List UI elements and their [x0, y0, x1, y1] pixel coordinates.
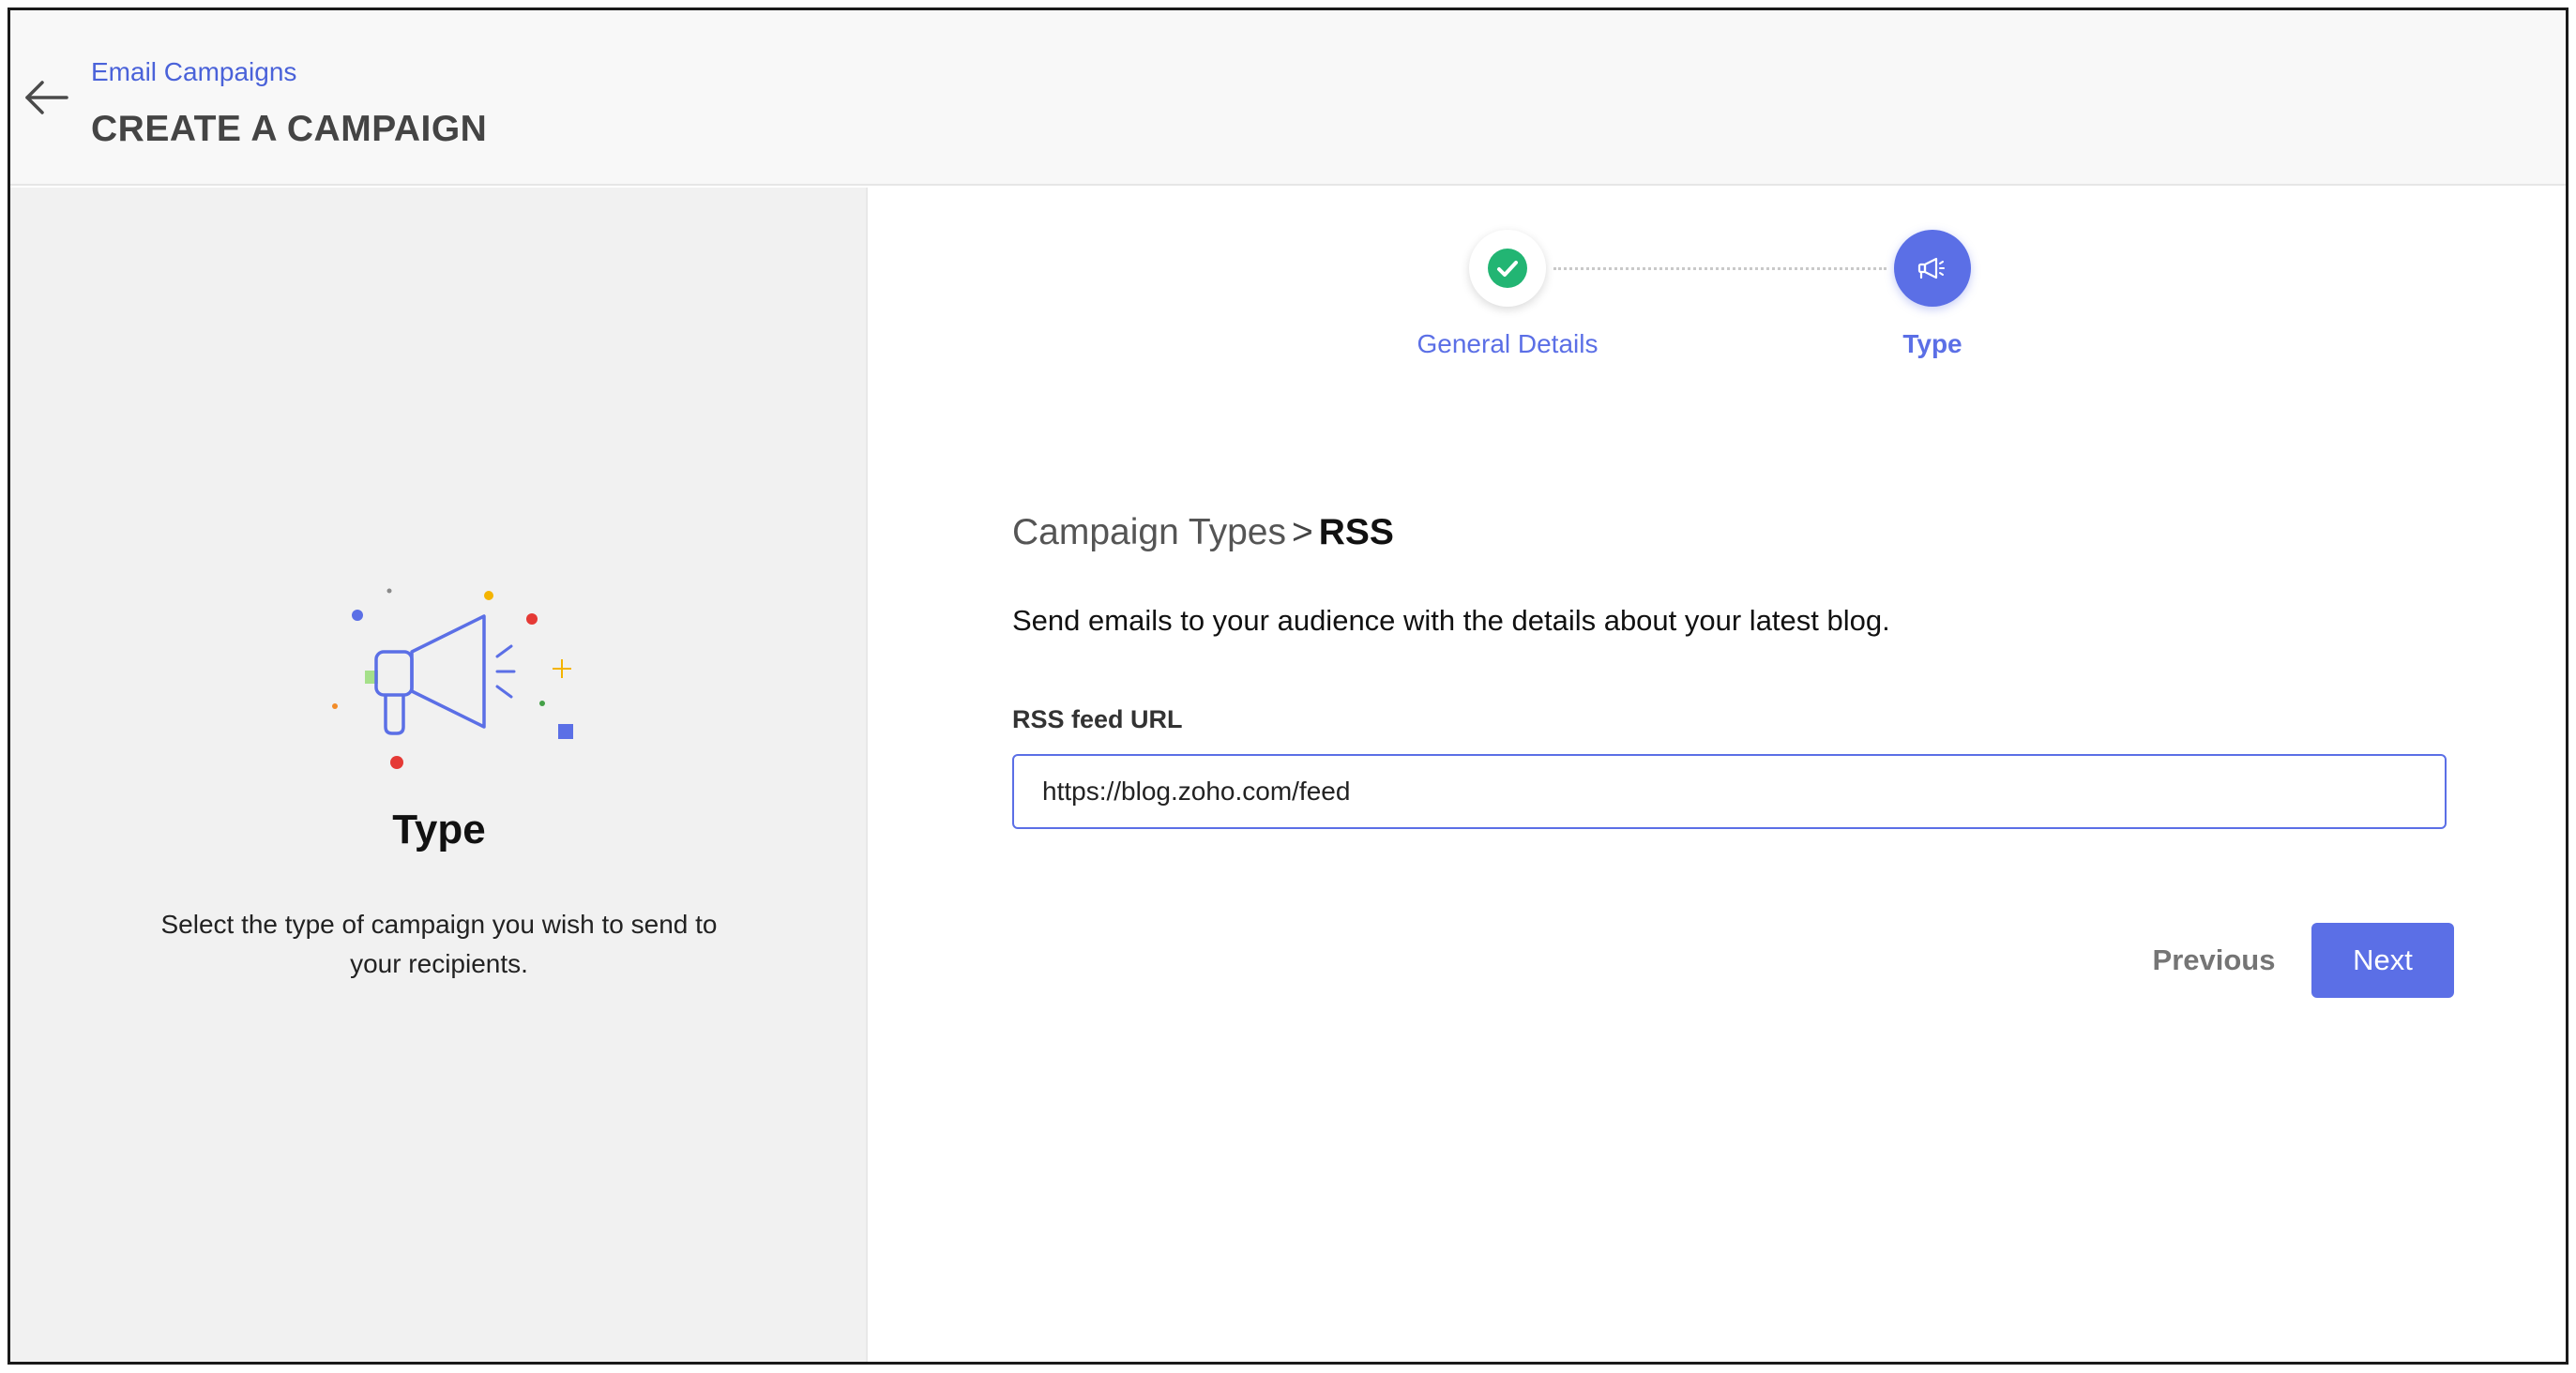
panel-description: Select the type of campaign you wish to …: [160, 910, 718, 978]
step-type[interactable]: [1894, 230, 1971, 307]
stepper-connector: [1553, 267, 1887, 270]
breadcrumb-separator: >: [1291, 512, 1313, 552]
breadcrumb-current: RSS: [1318, 512, 1394, 552]
megaphone-icon: [332, 588, 573, 769]
check-icon: [1488, 249, 1527, 288]
rss-feed-url-input[interactable]: [1012, 754, 2447, 829]
step-label-general-details[interactable]: General Details: [1404, 329, 1611, 359]
step-label-type[interactable]: Type: [1839, 329, 2026, 359]
step-general-details[interactable]: [1469, 230, 1546, 307]
campaign-type-breadcrumb: Campaign Types > RSS: [1012, 512, 1394, 553]
breadcrumb-campaign-types[interactable]: Campaign Types: [1012, 512, 1286, 552]
breadcrumb-email-campaigns[interactable]: Email Campaigns: [91, 57, 296, 87]
next-button[interactable]: Next: [2311, 923, 2454, 998]
page-title: CREATE A CAMPAIGN: [91, 109, 488, 149]
back-button[interactable]: [20, 71, 72, 124]
rss-feed-url-label: RSS feed URL: [1012, 705, 1183, 733]
app-window: Email Campaigns CREATE A CAMPAIGN Type S…: [8, 8, 2568, 1365]
page-header: Email Campaigns CREATE A CAMPAIGN: [10, 10, 2566, 186]
megaphone-icon: [1917, 257, 1945, 279]
type-description: Send emails to your audience with the de…: [1012, 604, 1890, 637]
previous-button[interactable]: Previous: [2134, 923, 2294, 998]
arrow-left-icon: [25, 81, 68, 114]
panel-title: Type: [392, 807, 486, 852]
left-info-panel: Type Select the type of campaign you wis…: [10, 188, 868, 1362]
